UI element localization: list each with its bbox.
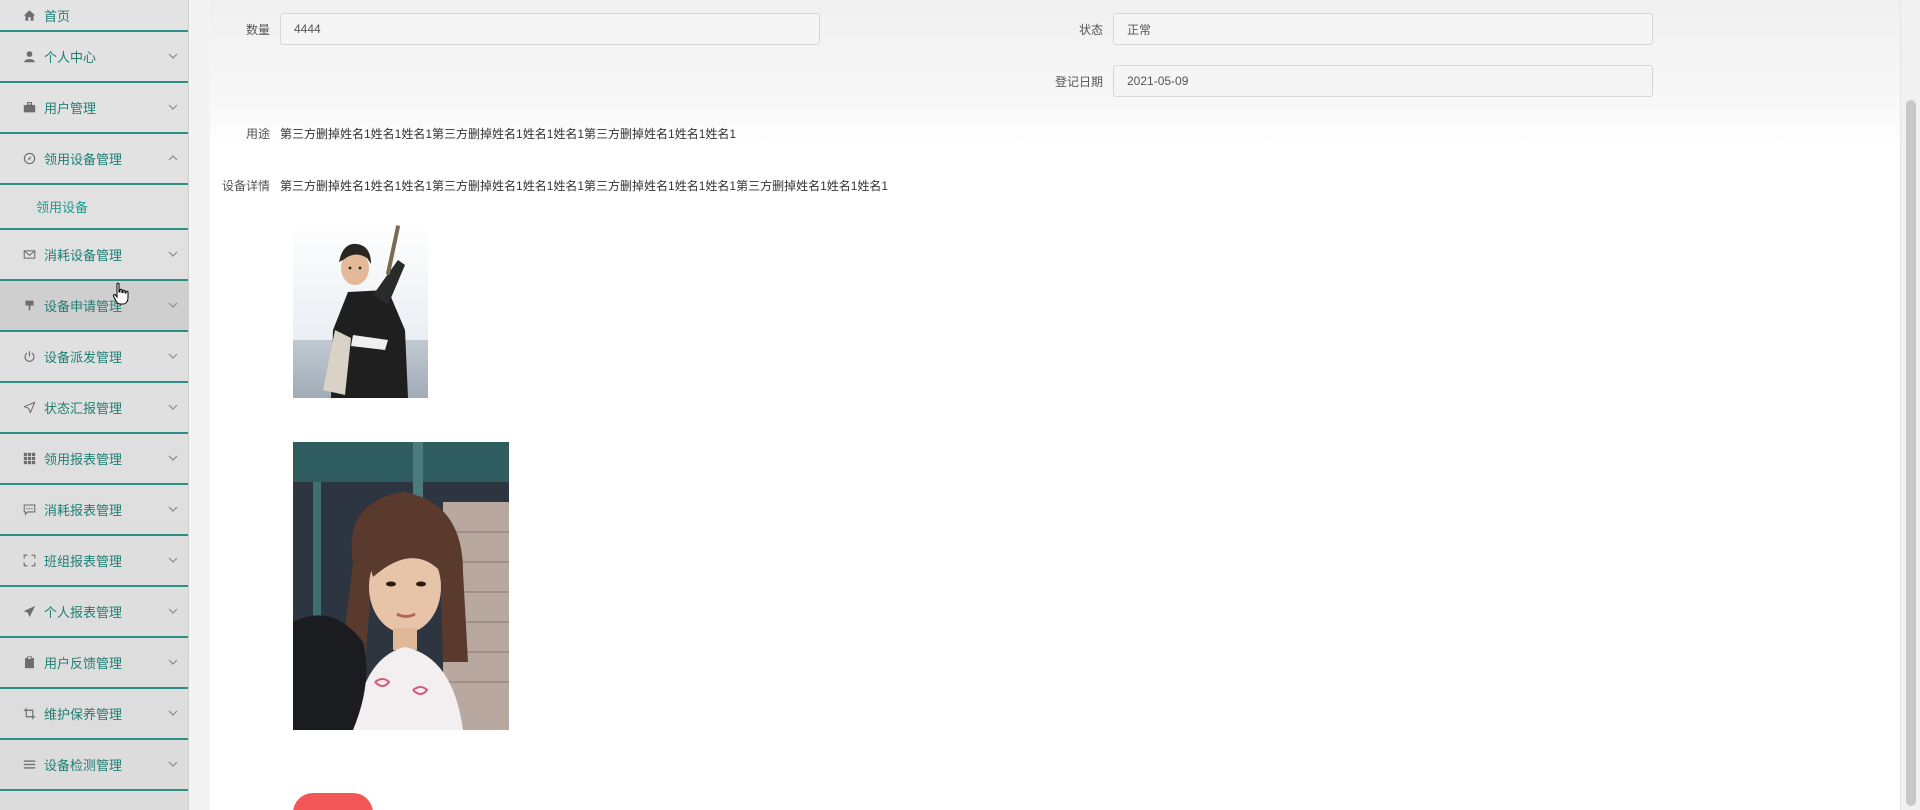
compass-icon: [22, 152, 36, 166]
purpose-text: 第三方删掉姓名1姓名1姓名1第三方删掉姓名1姓名1姓名1第三方删掉姓名1姓名1姓…: [280, 127, 737, 141]
register-date-row: 登记日期 2021-05-09: [1043, 65, 1653, 97]
chevron-down-icon: [168, 102, 178, 112]
chevron-down-icon: [168, 249, 178, 259]
fullscreen-icon: [22, 554, 36, 568]
sidebar-item-label: 个人中心: [44, 50, 97, 65]
sidebar-item-consumable-device-management[interactable]: 消耗设备管理: [0, 230, 188, 281]
mail-icon: [22, 248, 36, 262]
paper-plane-icon: [22, 605, 36, 619]
sidebar-item-borrow-report-management[interactable]: 领用报表管理: [0, 434, 188, 485]
sidebar-item-device-dispatch-management[interactable]: 设备派发管理: [0, 332, 188, 383]
chevron-down-icon: [168, 708, 178, 718]
chevron-down-icon: [168, 351, 178, 361]
chevron-up-icon: [168, 153, 178, 163]
device-detail-image-2: [293, 442, 509, 730]
sidebar-item-label: 消耗设备管理: [44, 248, 123, 263]
quantity-field[interactable]: 4444: [280, 13, 820, 45]
home-icon: [22, 8, 36, 22]
list-icon: [22, 758, 36, 772]
user-icon: [22, 50, 36, 64]
chevron-down-icon: [168, 606, 178, 616]
sidebar-item-label: 设备派发管理: [44, 350, 123, 365]
details-label: 设备详情: [221, 179, 270, 193]
sidebar-item-device-inspection-management[interactable]: 设备检测管理: [0, 740, 188, 791]
briefcase-icon: [22, 101, 36, 115]
back-button[interactable]: 返回: [293, 793, 373, 810]
chevron-down-icon: [168, 555, 178, 565]
sidebar-item-label: 个人报表管理: [44, 605, 123, 620]
sidebar-item-label: 状态汇报管理: [44, 401, 123, 416]
sidebar-item-maintenance-management[interactable]: 维护保养管理: [0, 689, 188, 740]
sidebar: 首页 个人中心 用户管理 领用设备管理 领用设备 消耗设备管理 设备申请管理 设…: [0, 0, 189, 810]
chevron-down-icon: [168, 51, 178, 61]
purpose-row: 用途 第三方删掉姓名1姓名1姓名1第三方删掉姓名1姓名1姓名1第三方删掉姓名1姓…: [210, 125, 736, 142]
power-icon: [22, 350, 36, 364]
chevron-down-icon: [168, 759, 178, 769]
sidebar-item-user-feedback-management[interactable]: 用户反馈管理: [0, 638, 188, 689]
details-row: 设备详情 第三方删掉姓名1姓名1姓名1第三方删掉姓名1姓名1姓名1第三方删掉姓名…: [210, 177, 888, 194]
chevron-down-icon: [168, 657, 178, 667]
sidebar-item-label: 维护保养管理: [44, 707, 123, 722]
crop-icon: [22, 707, 36, 721]
quantity-row: 数量 4444: [210, 13, 820, 45]
hand-cursor-icon: [112, 282, 129, 305]
details-text: 第三方删掉姓名1姓名1姓名1第三方删掉姓名1姓名1姓名1第三方删掉姓名1姓名1姓…: [280, 179, 889, 193]
scrollbar-thumb[interactable]: [1906, 100, 1916, 806]
chevron-down-icon: [168, 402, 178, 412]
purpose-label: 用途: [245, 127, 270, 141]
sidebar-subitem-borrow-device[interactable]: 领用设备: [0, 185, 188, 230]
sidebar-item-label: 设备申请管理: [44, 299, 123, 314]
send-icon: [22, 401, 36, 415]
chevron-down-icon: [168, 453, 178, 463]
status-label: 状态: [1078, 22, 1103, 37]
sidebar-item-label: 用户反馈管理: [44, 656, 123, 671]
sidebar-item-label: 领用报表管理: [44, 452, 123, 467]
register-date-label: 登记日期: [1054, 74, 1103, 89]
chevron-down-icon: [168, 300, 178, 310]
sidebar-item-personal-center[interactable]: 个人中心: [0, 32, 188, 83]
status-field[interactable]: 正常: [1113, 13, 1653, 45]
register-date-field[interactable]: 2021-05-09: [1113, 65, 1653, 97]
sidebar-item-borrow-device-management[interactable]: 领用设备管理: [0, 134, 188, 185]
chat-icon: [22, 503, 36, 517]
clipboard-icon: [22, 656, 36, 670]
sidebar-item-user-management[interactable]: 用户管理: [0, 83, 188, 134]
sidebar-item-consumption-report-management[interactable]: 消耗报表管理: [0, 485, 188, 536]
app-root: 首页 个人中心 用户管理 领用设备管理 领用设备 消耗设备管理 设备申请管理 设…: [0, 0, 1920, 810]
sidebar-item-home[interactable]: 首页: [0, 0, 188, 32]
sidebar-item-device-application-management[interactable]: 设备申请管理: [0, 281, 188, 332]
status-row: 状态 正常: [1043, 13, 1653, 45]
sidebar-item-label: 班组报表管理: [44, 554, 123, 569]
device-detail-image-1: [293, 220, 428, 398]
sidebar-item-personal-report-management[interactable]: 个人报表管理: [0, 587, 188, 638]
sidebar-item-label: 用户管理: [44, 101, 97, 116]
pin-icon: [22, 299, 36, 313]
grid-icon: [22, 452, 36, 466]
sidebar-subitem-label: 领用设备: [36, 200, 89, 215]
sidebar-item-status-report-management[interactable]: 状态汇报管理: [0, 383, 188, 434]
sidebar-item-label: 领用设备管理: [44, 152, 123, 167]
chevron-down-icon: [168, 504, 178, 514]
sidebar-item-label: 设备检测管理: [44, 758, 123, 773]
quantity-label: 数量: [245, 22, 270, 37]
sidebar-item-label: 首页: [44, 8, 71, 24]
sidebar-item-team-report-management[interactable]: 班组报表管理: [0, 536, 188, 587]
sidebar-item-label: 消耗报表管理: [44, 503, 123, 518]
main-content: 数量 4444 状态 正常 登记日期 2021-05-09 用途 第三方删掉姓名…: [210, 0, 1900, 810]
